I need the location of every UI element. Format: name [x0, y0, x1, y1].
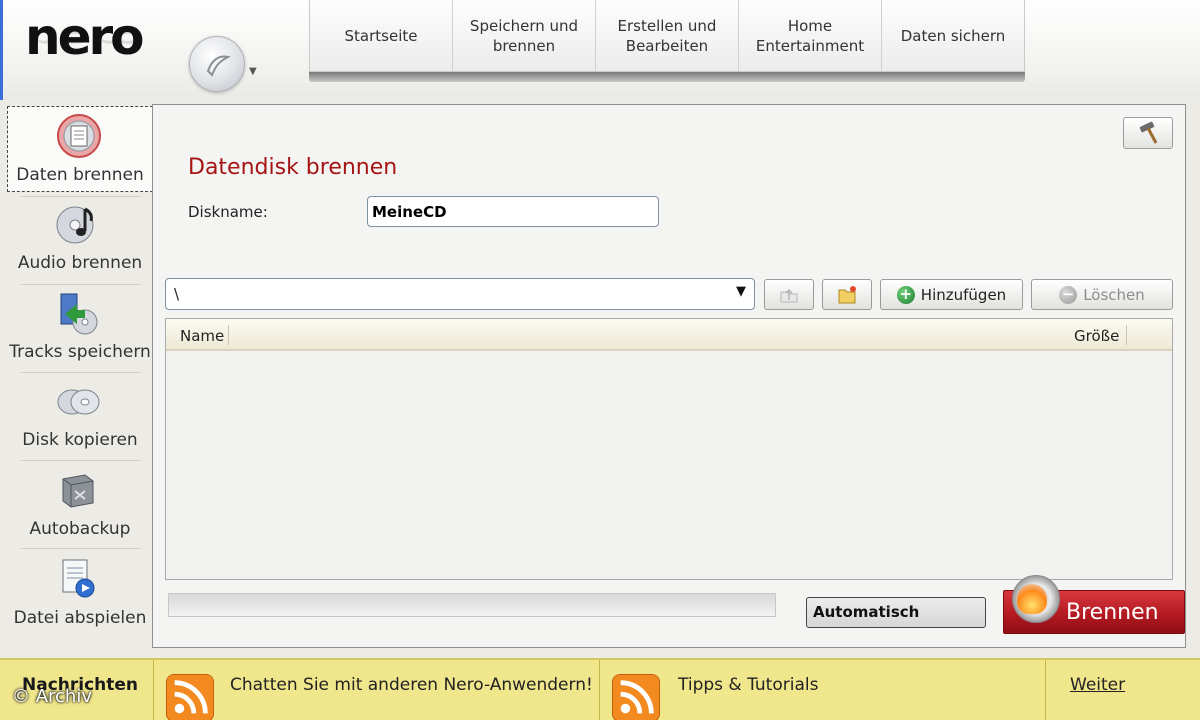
burn-button[interactable]: Brennen	[1003, 575, 1185, 634]
header: nero nero ▼ Startseite Speichern und bre…	[0, 0, 1200, 100]
hammer-icon	[1139, 121, 1158, 144]
sidebar-divider	[21, 548, 141, 549]
list-header: Name Größe	[166, 319, 1172, 351]
burn-disc-icon	[1012, 575, 1060, 623]
sidebar-item-tracks-speichern[interactable]: Tracks speichern	[7, 284, 153, 370]
minus-icon: −	[1059, 285, 1078, 304]
diskname-input[interactable]	[367, 196, 659, 227]
sidebar-item-label: Audio brennen	[17, 253, 143, 273]
new-folder-icon	[838, 285, 856, 303]
news-footer: Nachrichten Chatten Sie mit anderen Nero…	[0, 658, 1200, 720]
flame-icon	[1017, 584, 1047, 614]
column-divider[interactable]	[228, 325, 229, 345]
sidebar-item-label: Autobackup	[29, 519, 131, 539]
news-feed-1-text[interactable]: Chatten Sie mit anderen Nero-Anwendern!	[230, 675, 593, 695]
sidebar-item-daten-brennen[interactable]: Daten brennen	[7, 106, 153, 192]
sidebar-item-audio-brennen[interactable]: Audio brennen	[7, 195, 153, 281]
data-disc-icon	[57, 114, 101, 158]
new-folder-button[interactable]	[822, 279, 872, 310]
file-list[interactable]: Name Größe	[165, 318, 1173, 580]
main-panel: Datendisk brennen Diskname: \ ▼ + Hinzuf…	[152, 104, 1186, 648]
music-disc-icon	[56, 206, 94, 244]
add-button-label: Hinzufügen	[920, 285, 1007, 304]
rss-icon	[166, 674, 214, 720]
capacity-bar	[168, 593, 776, 617]
tab-daten-sichern[interactable]: Daten sichern	[882, 0, 1024, 71]
sidebar-item-disk-kopieren[interactable]: Disk kopieren	[7, 372, 153, 458]
auto-speed-button[interactable]: Automatisch	[806, 597, 986, 628]
folder-up-icon	[780, 288, 798, 302]
diskname-label: Diskname:	[188, 203, 268, 221]
delete-button[interactable]: − Löschen	[1031, 279, 1173, 310]
chevron-down-icon[interactable]: ▼	[736, 284, 746, 299]
sidebar-item-label: Daten brennen	[16, 165, 144, 185]
nero-logo-reflection: nero	[25, 25, 142, 52]
play-file-icon	[62, 559, 95, 598]
chevron-down-icon[interactable]: ▼	[249, 66, 257, 77]
plus-icon: +	[896, 285, 915, 304]
sidebar: Daten brennen Audio brennen Tracks speic…	[3, 104, 153, 650]
path-dropdown[interactable]: \ ▼	[165, 278, 755, 310]
sidebar-item-datei-abspielen[interactable]: Datei abspielen	[7, 550, 153, 636]
options-button[interactable]	[1123, 117, 1173, 149]
news-feed-2-text[interactable]: Tipps & Tutorials	[678, 675, 818, 695]
tab-erstellen-und-bearbeiten[interactable]: Erstellen und Bearbeiten	[596, 0, 739, 71]
rss-icon	[612, 674, 660, 720]
copy-disc-icon	[57, 389, 100, 415]
save-tracks-icon	[60, 293, 98, 335]
tab-home-entertainment[interactable]: Home Entertainment	[739, 0, 882, 71]
nav-underline	[309, 72, 1025, 82]
tab-startseite[interactable]: Startseite	[310, 0, 453, 71]
tab-speichern-und-brennen[interactable]: Speichern und brennen	[453, 0, 596, 71]
delete-button-label: Löschen	[1083, 285, 1145, 304]
news-feed-2[interactable]: Tipps & Tutorials	[600, 660, 1046, 720]
path-value: \	[174, 285, 180, 303]
sidebar-item-label: Disk kopieren	[22, 430, 138, 450]
folder-up-button[interactable]	[764, 279, 814, 310]
launcher-orb-button[interactable]	[189, 36, 245, 92]
news-feed-1[interactable]: Chatten Sie mit anderen Nero-Anwendern!	[154, 660, 600, 720]
autobackup-icon	[62, 474, 94, 508]
sidebar-item-label: Datei abspielen	[13, 608, 147, 628]
sidebar-item-label: Tracks speichern	[9, 342, 151, 362]
column-divider[interactable]	[1126, 325, 1127, 345]
burn-button-label: Brennen	[1066, 600, 1159, 625]
copyright-watermark: © Archiv	[12, 686, 92, 707]
add-button[interactable]: + Hinzufügen	[880, 279, 1023, 310]
main-nav: Startseite Speichern und brennen Erstell…	[309, 0, 1025, 72]
column-header-name[interactable]: Name	[180, 327, 224, 345]
sidebar-item-autobackup[interactable]: Autobackup	[7, 461, 153, 547]
launcher-orb-icon	[206, 55, 231, 77]
more-link[interactable]: Weiter	[1070, 675, 1125, 695]
page-title: Datendisk brennen	[188, 155, 398, 180]
column-header-size[interactable]: Größe	[1074, 327, 1119, 345]
